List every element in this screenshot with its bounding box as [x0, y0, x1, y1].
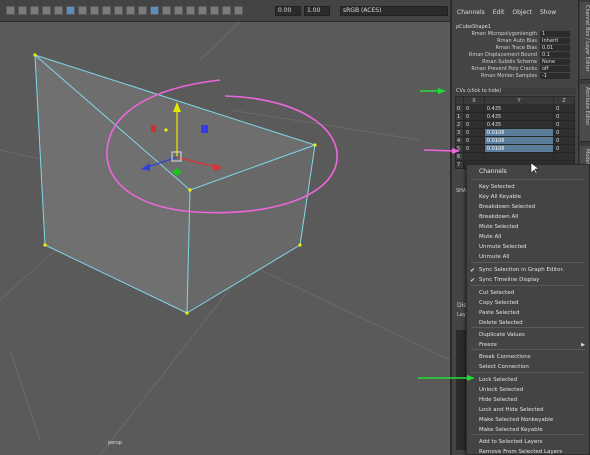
green-arrow-lock: [418, 375, 475, 381]
mouse-cursor-icon: [530, 162, 540, 175]
annotation-overlay: [418, 88, 540, 381]
magenta-arrow-cvs: [423, 148, 460, 154]
green-arrow-cvs: [420, 88, 446, 94]
